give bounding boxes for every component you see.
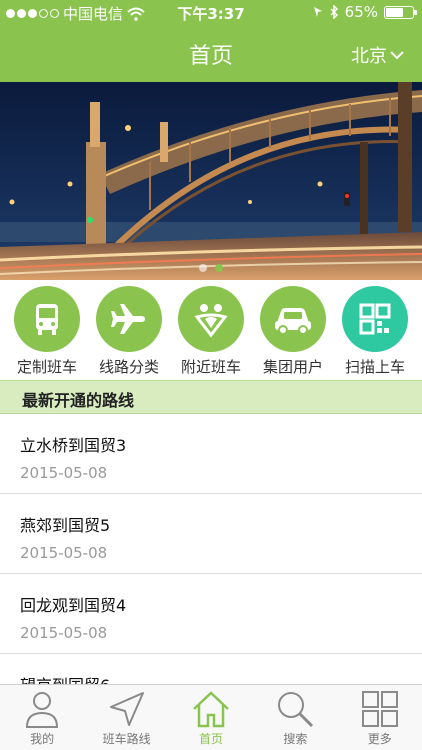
battery-icon	[384, 5, 417, 19]
quick-menu: 定制班车 线路分类 附近班车 集团用户 扫描上车	[0, 280, 422, 380]
pager-dot[interactable]	[199, 264, 207, 272]
car-icon	[260, 286, 326, 352]
tab-label: 首页	[198, 732, 223, 746]
route-date: 2015-05-08	[20, 544, 108, 562]
section-header: 最新开通的路线	[0, 380, 422, 414]
quick-item-label: 扫描上车	[344, 358, 405, 376]
banner-carousel[interactable]	[0, 82, 422, 280]
route-name: 立水桥到国贸3	[20, 436, 127, 455]
navigation-arrow-icon	[109, 692, 144, 726]
tab-label: 班车路线	[102, 732, 151, 746]
list-item[interactable]: 燕郊到国贸5 2015-05-08	[0, 494, 422, 574]
quick-item-group-users[interactable]: 集团用户	[254, 286, 332, 380]
tab-label: 搜索	[283, 732, 308, 746]
route-date: 2015-05-08	[20, 624, 108, 642]
battery-percent: 65%	[344, 3, 378, 21]
tab-search[interactable]: 搜索	[253, 685, 337, 750]
tab-bar: 我的 班车路线 首页 搜索 更多	[0, 684, 422, 750]
route-name: 燕郊到国贸5	[20, 516, 111, 535]
quick-item-label: 集团用户	[262, 358, 323, 376]
quick-item-route-category[interactable]: 线路分类	[90, 286, 168, 380]
chevron-down-icon	[390, 51, 404, 60]
list-item[interactable]: 回龙观到国贸4 2015-05-08	[0, 574, 422, 654]
status-bar: 中国电信 下午3:37 65%	[0, 0, 422, 24]
route-name: 望京到国贸6	[20, 672, 402, 684]
tab-label: 更多	[367, 732, 392, 746]
quick-item-label: 附近班车	[180, 358, 241, 376]
quick-item-label: 线路分类	[98, 358, 159, 376]
airplane-icon	[96, 286, 162, 352]
tab-label: 我的	[30, 732, 55, 746]
home-icon	[193, 691, 229, 728]
tab-mine[interactable]: 我的	[0, 685, 84, 750]
quick-item-scan-board[interactable]: 扫描上车	[336, 286, 414, 380]
banner-image	[0, 82, 422, 280]
person-icon	[26, 692, 59, 728]
list-item[interactable]: 望京到国贸6	[0, 654, 422, 684]
route-date: 2015-05-08	[20, 464, 108, 482]
nav-bar: 首页 北京	[0, 24, 422, 82]
location-arrow-icon	[313, 7, 322, 17]
quick-item-label: 定制班车	[16, 358, 77, 376]
banner-pager	[0, 264, 422, 272]
city-label: 北京	[351, 46, 387, 67]
search-icon	[278, 692, 314, 728]
route-list: 立水桥到国贸3 2015-05-08 燕郊到国贸5 2015-05-08 回龙观…	[0, 414, 422, 684]
pager-dot[interactable]	[215, 264, 223, 272]
quick-item-nearby-bus[interactable]: 附近班车	[172, 286, 250, 380]
section-title: 最新开通的路线	[22, 391, 135, 410]
bluetooth-icon	[330, 5, 338, 19]
route-name: 回龙观到国贸4	[20, 596, 127, 615]
people-heart-icon	[178, 286, 244, 352]
tab-bus-routes[interactable]: 班车路线	[85, 685, 169, 750]
bus-icon	[14, 286, 80, 352]
list-item[interactable]: 立水桥到国贸3 2015-05-08	[0, 414, 422, 494]
city-selector[interactable]: 北京	[351, 42, 404, 68]
tab-home[interactable]: 首页	[169, 685, 253, 750]
grid-icon	[361, 691, 398, 727]
quick-item-custom-bus[interactable]: 定制班车	[8, 286, 86, 380]
tab-more[interactable]: 更多	[338, 685, 422, 750]
status-right: 65%	[313, 3, 417, 21]
qr-code-icon	[342, 286, 408, 352]
